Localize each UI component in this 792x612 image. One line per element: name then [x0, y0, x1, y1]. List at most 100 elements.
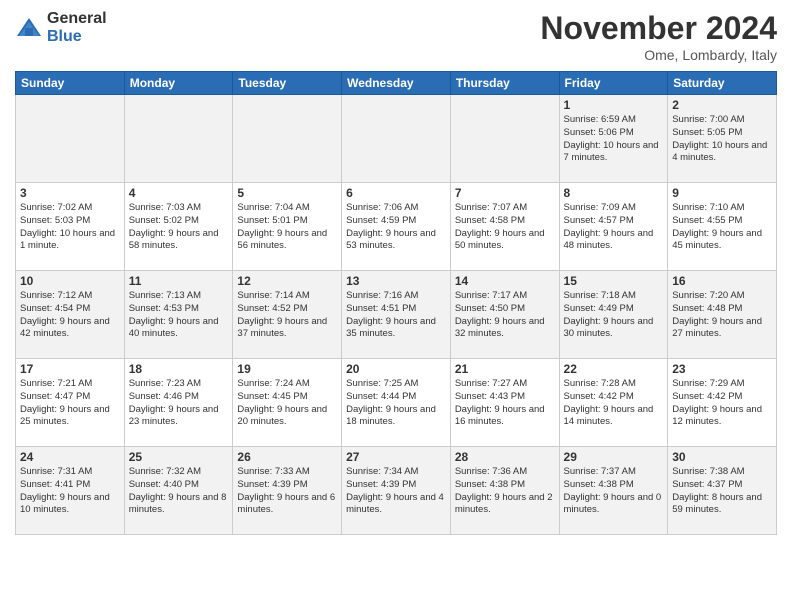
day-info: Sunrise: 7:13 AM Sunset: 4:53 PM Dayligh… — [129, 290, 229, 341]
calendar-week-row: 1Sunrise: 6:59 AM Sunset: 5:06 PM Daylig… — [16, 95, 777, 183]
table-row: 26 Sunrise: 7:33 AM Sunset: 4:39 PM Dayli… — [233, 447, 342, 535]
day-number: 18 — [129, 362, 229, 376]
table-row: 27 Sunrise: 7:34 AM Sunset: 4:39 PM Dayli… — [342, 447, 451, 535]
table-row: 25 Sunrise: 7:32 AM Sunset: 4:40 PM Dayli… — [124, 447, 233, 535]
day-number: 29 — [564, 450, 664, 464]
table-row: 15 Sunrise: 7:18 AM Sunset: 4:49 PM Dayli… — [559, 271, 668, 359]
day-info: Sunrise: 7:16 AM Sunset: 4:51 PM Dayligh… — [346, 290, 446, 341]
table-row — [16, 95, 125, 183]
day-info: Sunrise: 6:59 AM Sunset: 5:06 PM Dayligh… — [564, 114, 664, 165]
day-number: 25 — [129, 450, 229, 464]
day-info: Sunrise: 7:21 AM Sunset: 4:47 PM Dayligh… — [20, 378, 120, 429]
logo-icon — [15, 14, 43, 42]
table-row: 29 Sunrise: 7:37 AM Sunset: 4:38 PM Dayli… — [559, 447, 668, 535]
day-number: 5 — [237, 186, 337, 200]
table-row: 9 Sunrise: 7:10 AM Sunset: 4:55 PM Daylig… — [668, 183, 777, 271]
table-row: 21 Sunrise: 7:27 AM Sunset: 4:43 PM Dayli… — [450, 359, 559, 447]
day-number: 20 — [346, 362, 446, 376]
day-number: 9 — [672, 186, 772, 200]
table-row: 14 Sunrise: 7:17 AM Sunset: 4:50 PM Dayli… — [450, 271, 559, 359]
day-info: Sunrise: 7:31 AM Sunset: 4:41 PM Dayligh… — [20, 466, 120, 517]
day-info: Sunrise: 7:04 AM Sunset: 5:01 PM Dayligh… — [237, 202, 337, 253]
day-info: Sunrise: 7:33 AM Sunset: 4:39 PM Dayligh… — [237, 466, 337, 517]
day-info: Sunrise: 7:34 AM Sunset: 4:39 PM Dayligh… — [346, 466, 446, 517]
day-info: Sunrise: 7:20 AM Sunset: 4:48 PM Dayligh… — [672, 290, 772, 341]
day-info: Sunrise: 7:12 AM Sunset: 4:54 PM Dayligh… — [20, 290, 120, 341]
day-number: 21 — [455, 362, 555, 376]
table-row: 5 Sunrise: 7:04 AM Sunset: 5:01 PM Daylig… — [233, 183, 342, 271]
day-info: Sunrise: 7:29 AM Sunset: 4:42 PM Dayligh… — [672, 378, 772, 429]
header-wednesday: Wednesday — [342, 72, 451, 95]
header-friday: Friday — [559, 72, 668, 95]
table-row: 13 Sunrise: 7:16 AM Sunset: 4:51 PM Dayli… — [342, 271, 451, 359]
day-number: 4 — [129, 186, 229, 200]
day-number: 24 — [20, 450, 120, 464]
day-number: 23 — [672, 362, 772, 376]
logo-general-text: General — [47, 10, 107, 28]
table-row: 7Sunrise: 7:07 AM Sunset: 4:58 PM Daylig… — [450, 183, 559, 271]
page: General Blue November 2024 Ome, Lombardy… — [0, 0, 792, 612]
day-info: Sunrise: 7:28 AM Sunset: 4:42 PM Dayligh… — [564, 378, 664, 429]
location: Ome, Lombardy, Italy — [540, 47, 777, 63]
table-row: 20 Sunrise: 7:25 AM Sunset: 4:44 PM Dayli… — [342, 359, 451, 447]
header-saturday: Saturday — [668, 72, 777, 95]
calendar-table: Sunday Monday Tuesday Wednesday Thursday… — [15, 71, 777, 535]
day-number: 16 — [672, 274, 772, 288]
day-number: 30 — [672, 450, 772, 464]
day-number: 3 — [20, 186, 120, 200]
calendar-week-row: 10 Sunrise: 7:12 AM Sunset: 4:54 PM Dayli… — [16, 271, 777, 359]
calendar-week-row: 17 Sunrise: 7:21 AM Sunset: 4:47 PM Dayli… — [16, 359, 777, 447]
header-tuesday: Tuesday — [233, 72, 342, 95]
day-number: 11 — [129, 274, 229, 288]
day-number: 14 — [455, 274, 555, 288]
day-info: Sunrise: 7:00 AM Sunset: 5:05 PM Dayligh… — [672, 114, 772, 165]
table-row: 4 Sunrise: 7:03 AM Sunset: 5:02 PM Daylig… — [124, 183, 233, 271]
table-row: 23 Sunrise: 7:29 AM Sunset: 4:42 PM Dayli… — [668, 359, 777, 447]
table-row — [124, 95, 233, 183]
day-info: Sunrise: 7:03 AM Sunset: 5:02 PM Dayligh… — [129, 202, 229, 253]
table-row: 12 Sunrise: 7:14 AM Sunset: 4:52 PM Dayli… — [233, 271, 342, 359]
day-number: 26 — [237, 450, 337, 464]
day-info: Sunrise: 7:06 AM Sunset: 4:59 PM Dayligh… — [346, 202, 446, 253]
table-row: 2Sunrise: 7:00 AM Sunset: 5:05 PM Daylig… — [668, 95, 777, 183]
day-info: Sunrise: 7:27 AM Sunset: 4:43 PM Dayligh… — [455, 378, 555, 429]
day-info: Sunrise: 7:10 AM Sunset: 4:55 PM Dayligh… — [672, 202, 772, 253]
day-info: Sunrise: 7:18 AM Sunset: 4:49 PM Dayligh… — [564, 290, 664, 341]
day-info: Sunrise: 7:14 AM Sunset: 4:52 PM Dayligh… — [237, 290, 337, 341]
header: General Blue November 2024 Ome, Lombardy… — [15, 10, 777, 63]
table-row: 6 Sunrise: 7:06 AM Sunset: 4:59 PM Daylig… — [342, 183, 451, 271]
weekday-header-row: Sunday Monday Tuesday Wednesday Thursday… — [16, 72, 777, 95]
day-number: 19 — [237, 362, 337, 376]
day-info: Sunrise: 7:23 AM Sunset: 4:46 PM Dayligh… — [129, 378, 229, 429]
table-row: 19 Sunrise: 7:24 AM Sunset: 4:45 PM Dayli… — [233, 359, 342, 447]
table-row: 28Sunrise: 7:36 AM Sunset: 4:38 PM Dayli… — [450, 447, 559, 535]
day-number: 10 — [20, 274, 120, 288]
table-row: 18 Sunrise: 7:23 AM Sunset: 4:46 PM Dayli… — [124, 359, 233, 447]
day-number: 13 — [346, 274, 446, 288]
title-block: November 2024 Ome, Lombardy, Italy — [540, 10, 777, 63]
table-row — [450, 95, 559, 183]
table-row: 1Sunrise: 6:59 AM Sunset: 5:06 PM Daylig… — [559, 95, 668, 183]
day-number: 6 — [346, 186, 446, 200]
day-info: Sunrise: 7:37 AM Sunset: 4:38 PM Dayligh… — [564, 466, 664, 517]
header-sunday: Sunday — [16, 72, 125, 95]
day-number: 22 — [564, 362, 664, 376]
calendar-week-row: 3 Sunrise: 7:02 AM Sunset: 5:03 PM Daylig… — [16, 183, 777, 271]
day-number: 15 — [564, 274, 664, 288]
day-info: Sunrise: 7:32 AM Sunset: 4:40 PM Dayligh… — [129, 466, 229, 517]
day-info: Sunrise: 7:25 AM Sunset: 4:44 PM Dayligh… — [346, 378, 446, 429]
day-info: Sunrise: 7:17 AM Sunset: 4:50 PM Dayligh… — [455, 290, 555, 341]
header-monday: Monday — [124, 72, 233, 95]
day-info: Sunrise: 7:09 AM Sunset: 4:57 PM Dayligh… — [564, 202, 664, 253]
table-row: 11 Sunrise: 7:13 AM Sunset: 4:53 PM Dayli… — [124, 271, 233, 359]
day-info: Sunrise: 7:24 AM Sunset: 4:45 PM Dayligh… — [237, 378, 337, 429]
day-number: 12 — [237, 274, 337, 288]
day-number: 27 — [346, 450, 446, 464]
month-title: November 2024 — [540, 10, 777, 47]
table-row: 16 Sunrise: 7:20 AM Sunset: 4:48 PM Dayli… — [668, 271, 777, 359]
day-info: Sunrise: 7:02 AM Sunset: 5:03 PM Dayligh… — [20, 202, 120, 253]
day-info: Sunrise: 7:38 AM Sunset: 4:37 PM Dayligh… — [672, 466, 772, 517]
table-row: 3 Sunrise: 7:02 AM Sunset: 5:03 PM Daylig… — [16, 183, 125, 271]
logo: General Blue — [15, 10, 107, 45]
day-number: 17 — [20, 362, 120, 376]
